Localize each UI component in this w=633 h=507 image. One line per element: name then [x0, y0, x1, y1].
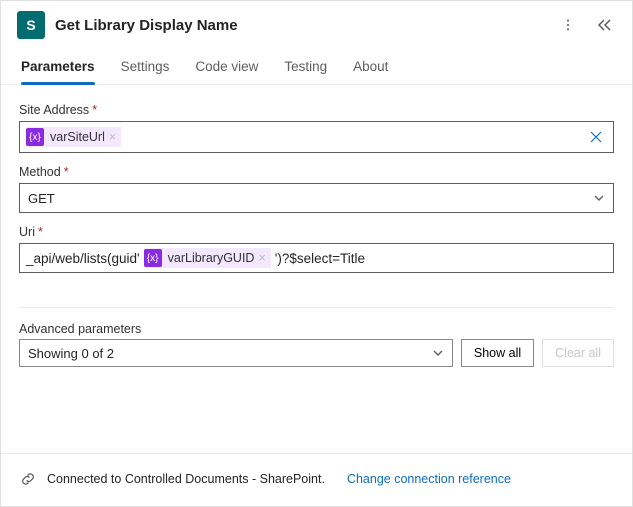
- field-uri: Uri * _api/web/lists(guid' {x} varLibrar…: [19, 225, 614, 273]
- method-select[interactable]: GET: [19, 183, 614, 213]
- advanced-label: Advanced parameters: [19, 322, 453, 336]
- clear-site-address-icon[interactable]: [585, 126, 607, 148]
- uri-suffix-text: ')?$select=Title: [275, 251, 365, 266]
- parameters-form: Site Address * {x} varSiteUrl × Method *…: [1, 85, 632, 289]
- tab-testing[interactable]: Testing: [284, 53, 327, 84]
- field-method: Method * GET: [19, 165, 614, 213]
- advanced-parameters-row: Advanced parameters Showing 0 of 2 Show …: [1, 322, 632, 367]
- connection-icon: [19, 470, 37, 488]
- token-remove-icon[interactable]: ×: [258, 251, 265, 265]
- label-method: Method *: [19, 165, 614, 179]
- connection-footer: Connected to Controlled Documents - Shar…: [1, 453, 632, 506]
- divider: [19, 307, 614, 308]
- uri-input[interactable]: _api/web/lists(guid' {x} varLibraryGUID …: [19, 243, 614, 273]
- uri-prefix-text: _api/web/lists(guid': [26, 251, 140, 266]
- label-text: Uri: [19, 225, 35, 239]
- token-label: varLibraryGUID: [168, 251, 255, 265]
- label-site-address: Site Address *: [19, 103, 614, 117]
- required-marker: *: [92, 103, 97, 117]
- panel-header: S Get Library Display Name: [1, 1, 632, 47]
- method-value: GET: [28, 191, 55, 206]
- token-label: varSiteUrl: [50, 130, 105, 144]
- clear-all-button: Clear all: [542, 339, 614, 367]
- site-address-input[interactable]: {x} varSiteUrl ×: [19, 121, 614, 153]
- token-remove-icon[interactable]: ×: [109, 130, 116, 144]
- tab-code-view[interactable]: Code view: [195, 53, 258, 84]
- show-all-button[interactable]: Show all: [461, 339, 534, 367]
- chevron-down-icon: [593, 192, 605, 204]
- required-marker: *: [38, 225, 43, 239]
- label-text: Method: [19, 165, 61, 179]
- expression-icon: {x}: [26, 128, 44, 146]
- advanced-select[interactable]: Showing 0 of 2: [19, 339, 453, 367]
- field-site-address: Site Address * {x} varSiteUrl ×: [19, 103, 614, 153]
- advanced-select-wrap: Advanced parameters Showing 0 of 2: [19, 322, 453, 367]
- tab-settings[interactable]: Settings: [121, 53, 170, 84]
- change-connection-link[interactable]: Change connection reference: [347, 472, 511, 486]
- collapse-icon[interactable]: [592, 13, 616, 37]
- expression-icon: {x}: [144, 249, 162, 267]
- label-uri: Uri *: [19, 225, 614, 239]
- label-text: Site Address: [19, 103, 89, 117]
- tab-parameters[interactable]: Parameters: [21, 53, 95, 84]
- advanced-select-value: Showing 0 of 2: [28, 346, 114, 361]
- token-varsiteurl[interactable]: {x} varSiteUrl ×: [26, 127, 121, 147]
- required-marker: *: [64, 165, 69, 179]
- token-varlibraryguid[interactable]: {x} varLibraryGUID ×: [144, 248, 271, 268]
- sharepoint-icon: S: [17, 11, 45, 39]
- more-icon[interactable]: [556, 13, 580, 37]
- action-title: Get Library Display Name: [55, 17, 546, 34]
- chevron-down-icon: [432, 347, 444, 359]
- connected-text: Connected to Controlled Documents - Shar…: [47, 472, 325, 486]
- tab-about[interactable]: About: [353, 53, 388, 84]
- header-actions: [556, 13, 616, 37]
- tab-bar: Parameters Settings Code view Testing Ab…: [1, 47, 632, 85]
